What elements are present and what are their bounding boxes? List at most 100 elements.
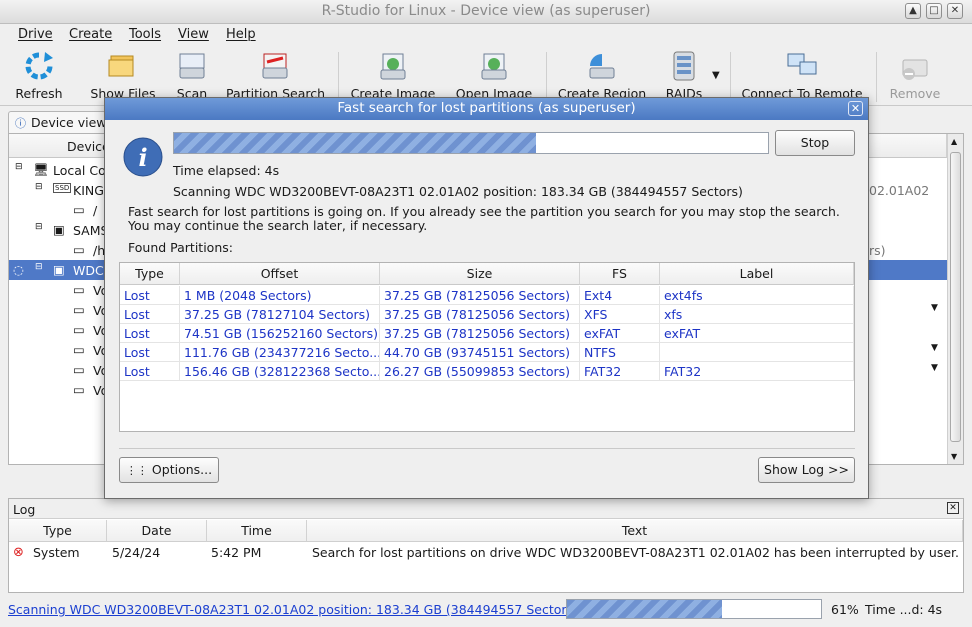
info-icon: i [122, 136, 164, 178]
device-tree-scrollbar[interactable]: ▲ ▼ [947, 134, 963, 464]
dialog-divider [119, 448, 855, 449]
refresh-button[interactable]: Refresh [10, 50, 68, 104]
menu-drive[interactable]: Drive [18, 27, 53, 42]
column-device[interactable]: Device [9, 134, 110, 158]
create-region-button[interactable]: Create Region [556, 50, 648, 104]
create-image-button[interactable]: Create Image [350, 50, 436, 104]
menu-view[interactable]: View [178, 27, 209, 42]
table-row[interactable]: Lost 74.51 GB (156252160 Sectors) 37.25 … [120, 324, 854, 343]
partition-search-icon [259, 50, 291, 82]
svg-text:i: i [138, 143, 147, 172]
dialog-close-icon[interactable]: ✕ [848, 101, 863, 116]
cell-offset: 156.46 GB (328122368 Secto... [180, 362, 380, 381]
scan-button[interactable]: Scan [170, 50, 214, 104]
column-fs[interactable]: FS [580, 263, 660, 285]
log-column-text[interactable]: Text [307, 520, 963, 542]
menu-create[interactable]: Create [69, 27, 112, 42]
menu-bar: Drive Create Tools View Help [0, 24, 972, 46]
cell-fs: NTFS [580, 343, 660, 362]
toolbar-separator [730, 52, 731, 102]
fast-search-dialog: Fast search for lost partitions (as supe… [104, 97, 869, 499]
close-window-button[interactable]: ✕ [947, 3, 963, 19]
collapse-icon[interactable]: ⊟ [35, 182, 43, 192]
remove-button[interactable]: Remove [886, 50, 944, 104]
log-column-date[interactable]: Date [107, 520, 207, 542]
scan-icon [176, 50, 208, 82]
table-row[interactable]: Lost 37.25 GB (78127104 Sectors) 37.25 G… [120, 305, 854, 324]
cell-size: 37.25 GB (78125056 Sectors) [380, 305, 580, 324]
scroll-down-icon[interactable]: ▼ [951, 452, 957, 461]
log-column-type[interactable]: Type [9, 520, 107, 542]
table-row[interactable]: Lost 156.46 GB (328122368 Secto... 26.27… [120, 362, 854, 381]
scrollbar-thumb[interactable] [950, 152, 961, 442]
title-bar: R-Studio for Linux - Device view (as sup… [0, 0, 972, 24]
stop-button[interactable]: Stop [775, 130, 855, 156]
volume-icon: ▭ [73, 342, 85, 357]
time-elapsed: Time elapsed: 4s [173, 163, 280, 178]
tree-label: WDC [73, 263, 104, 278]
options-label: Options... [151, 462, 213, 477]
minimize-button[interactable]: ▲ [905, 3, 921, 19]
show-log-button[interactable]: Show Log >> [758, 457, 855, 483]
raids-dropdown-arrow-icon[interactable]: ▼ [712, 70, 720, 81]
tree-right-text: rs) [869, 243, 886, 258]
cell-type: Lost [120, 305, 180, 324]
show-files-button[interactable]: Show Files [88, 50, 158, 104]
volume-icon: ▭ [73, 302, 85, 317]
dialog-progress-bar [173, 132, 769, 154]
raid-icon [668, 50, 700, 82]
status-time: Time ...d: 4s [865, 602, 943, 617]
dialog-progress-fill [174, 133, 537, 153]
dialog-title: Fast search for lost partitions (as supe… [337, 100, 636, 116]
menu-tools[interactable]: Tools [129, 27, 161, 42]
collapse-icon[interactable]: ⊟ [15, 162, 23, 172]
column-label[interactable]: Label [660, 263, 854, 285]
cell-fs: FAT32 [580, 362, 660, 381]
cell-type: Lost [120, 362, 180, 381]
column-size[interactable]: Size [380, 263, 580, 285]
table-row[interactable]: Lost 1 MB (2048 Sectors) 37.25 GB (78125… [120, 286, 854, 305]
connect-to-remote-button[interactable]: Connect To Remote [740, 50, 864, 104]
tab-device-view-label: Device view [31, 115, 107, 130]
partition-search-button[interactable]: Partition Search [226, 50, 325, 104]
dropdown-arrow-icon[interactable]: ▼ [931, 343, 938, 353]
collapse-icon[interactable]: ⊟ [35, 222, 43, 232]
scanning-status: Scanning WDC WD3200BEVT-08A23T1 02.01A02… [173, 184, 743, 199]
disk-icon: ▣ [53, 222, 65, 237]
tree-label: KING [73, 183, 104, 198]
status-bar: Scanning WDC WD3200BEVT-08A23T1 02.01A02… [0, 596, 972, 624]
log-cell-type: System [33, 545, 80, 560]
cell-type: Lost [120, 343, 180, 362]
cell-type: Lost [120, 324, 180, 343]
log-cell-text: Search for lost partitions on drive WDC … [312, 545, 959, 560]
log-column-time[interactable]: Time [207, 520, 307, 542]
computer-icon: 🖥 [33, 162, 49, 177]
menu-help[interactable]: Help [226, 27, 256, 42]
open-image-button[interactable]: Open Image [452, 50, 536, 104]
found-partitions-table: Type Offset Size FS Label Lost 1 MB (204… [119, 262, 855, 432]
toolbar-separator [338, 52, 339, 102]
busy-spinner-icon: ◌ [13, 262, 24, 277]
close-log-icon[interactable]: ✕ [947, 502, 959, 514]
refresh-label: Refresh [15, 86, 63, 101]
error-icon: ⊗ [13, 545, 24, 560]
status-link[interactable]: Scanning WDC WD3200BEVT-08A23T1 02.01A02… [8, 602, 578, 617]
raids-button[interactable]: RAIDs [660, 50, 708, 104]
column-type[interactable]: Type [120, 263, 180, 285]
dropdown-arrow-icon[interactable]: ▼ [931, 363, 938, 373]
tab-device-view[interactable]: ⓘ Device view [8, 111, 108, 133]
toolbar-separator [546, 52, 547, 102]
cell-fs: XFS [580, 305, 660, 324]
scroll-up-icon[interactable]: ▲ [951, 137, 957, 146]
cell-offset: 1 MB (2048 Sectors) [180, 286, 380, 305]
column-offset[interactable]: Offset [180, 263, 380, 285]
folder-icon [107, 50, 139, 82]
maximize-button[interactable]: □ [926, 3, 942, 19]
options-button[interactable]: ⋮⋮ Options... [119, 457, 219, 483]
status-progress-bar [566, 599, 822, 619]
volume-icon: ▭ [73, 322, 85, 337]
table-row[interactable]: Lost 111.76 GB (234377216 Secto... 44.70… [120, 343, 854, 362]
dropdown-arrow-icon[interactable]: ▼ [931, 303, 938, 313]
collapse-icon[interactable]: ⊟ [35, 262, 43, 272]
status-progress-fill [567, 600, 722, 618]
